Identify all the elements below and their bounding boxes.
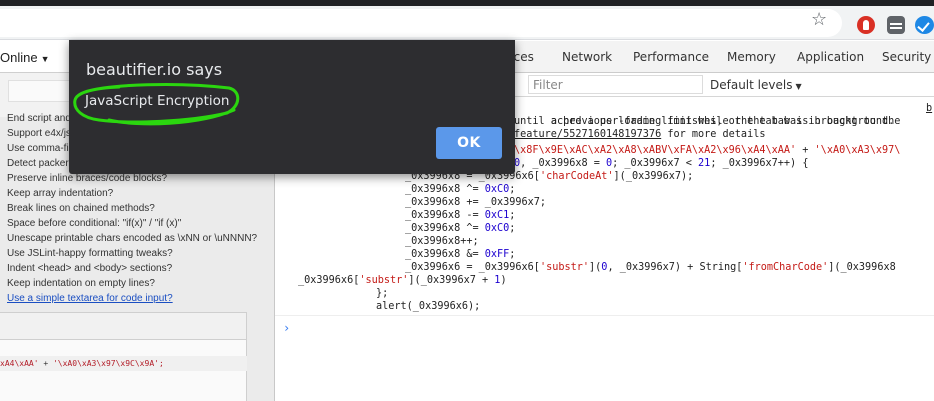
- code-text: , _0x3996x8 =: [520, 158, 607, 169]
- tab-network[interactable]: Network: [562, 50, 612, 64]
- code-line: _0x3996x8 += _0x3996x7;: [405, 197, 547, 208]
- tab-performance[interactable]: Performance: [633, 50, 709, 64]
- dialog-title: beautifier.io says: [86, 60, 223, 79]
- code-output[interactable]: [0, 340, 247, 401]
- code-number: 0xC0: [484, 184, 510, 195]
- code-line: _0x3996x8 &= 0xFF;: [405, 248, 515, 261]
- caret-down-icon: ▼: [40, 54, 50, 64]
- code-text: , _0x3996x7) + String[: [607, 262, 743, 273]
- code-operator: +: [38, 359, 53, 368]
- log-levels-dropdown[interactable]: Default levels ▼: [710, 78, 802, 92]
- code-string: '\xA0\xA3\x97\: [814, 145, 901, 156]
- code-text: ;: [509, 223, 516, 234]
- code-number: 0xC0: [484, 223, 510, 234]
- alert-dialog: beautifier.io says JavaScript Encryption…: [69, 40, 515, 174]
- code-string: 'charCodeAt': [539, 171, 614, 182]
- code-string: 'fromCharCode': [742, 262, 829, 273]
- code-text: ): [500, 275, 507, 286]
- tab-application[interactable]: Application: [797, 50, 864, 64]
- code-operator: +: [796, 145, 815, 156]
- beautify-button-area[interactable]: [0, 312, 247, 340]
- simple-textarea-link[interactable]: Use a simple textarea for code input?: [0, 291, 275, 306]
- console-warning-line: ached a per-frame limit while the tab wa…: [514, 102, 934, 127]
- console-filter-input[interactable]: [528, 75, 703, 94]
- code-text: ; _0x3996x7++) {: [710, 158, 809, 169]
- tab-manager-icon[interactable]: [887, 16, 905, 34]
- code-line: _0x3996x8 ^= 0xC0;: [405, 222, 515, 235]
- tab-security[interactable]: Security: [882, 50, 931, 64]
- code-text: ;: [509, 184, 516, 195]
- code-string: 'substr': [359, 275, 409, 286]
- code-text: _0x3996x8 -=: [405, 210, 485, 221]
- code-number: 0xFF: [484, 249, 510, 260]
- browser-toolbar: ☆: [0, 6, 934, 40]
- option-break-chained[interactable]: Break lines on chained methods?: [0, 201, 275, 216]
- code-string: 'substr': [539, 262, 590, 273]
- code-text: _0x3996x8 ^=: [405, 184, 485, 195]
- code-text: _0x3996x6 = _0x3996x6[: [405, 262, 540, 273]
- dialog-message: JavaScript Encryption: [85, 93, 230, 109]
- log-levels-label: Default levels: [710, 78, 793, 92]
- code-text: ](: [589, 262, 602, 273]
- mode-select[interactable]: Online ▼: [0, 50, 50, 65]
- code-line: };: [376, 288, 389, 299]
- code-line: _0x3996x8++;: [405, 236, 479, 247]
- caret-down-icon: ▼: [795, 82, 802, 91]
- code-line: _0x3996x8 ^= 0xC0;: [405, 183, 515, 196]
- warning-text: for more details: [661, 129, 766, 140]
- mode-select-label: Online: [0, 50, 38, 65]
- option-keep-array-indent[interactable]: Keep array indentation?: [0, 186, 275, 201]
- code-number: 21: [698, 158, 711, 169]
- code-text: ](_0x3996x8: [828, 262, 896, 273]
- code-line: \x8F\x9E\xAC\xA2\xA8\xABV\xFA\xA2\x96\xA…: [514, 144, 900, 157]
- code-string: '\xA0\xA3\x97\x9C\x9A';: [52, 359, 164, 368]
- tab-memory[interactable]: Memory: [727, 50, 776, 64]
- ok-button[interactable]: OK: [436, 127, 502, 159]
- adblock-hand-icon[interactable]: [857, 16, 875, 34]
- code-text: _0x3996x8 ^=: [405, 223, 485, 234]
- code-text: ; _0x3996x7 <: [612, 158, 699, 169]
- option-jslint-happy[interactable]: Use JSLint-happy formatting tweaks?: [0, 246, 275, 261]
- console-warning-line: until a previous loading finishes, or th…: [514, 116, 901, 127]
- code-number: 0xC1: [484, 210, 510, 221]
- code-text: _0x3996x6[: [298, 275, 360, 286]
- code-text: ;: [509, 249, 516, 260]
- code-text: ;: [509, 210, 516, 221]
- option-indent-head-body[interactable]: Indent <head> and <body> sections?: [0, 261, 275, 276]
- feature-link[interactable]: feature/5527160148197376: [514, 129, 661, 140]
- option-unescape-chars[interactable]: Unescape printable chars encoded as \xNN…: [0, 231, 275, 246]
- code-string: xA4\xAA': [0, 359, 39, 368]
- code-line: _0x3996x6 = _0x3996x6['substr'](0, _0x39…: [405, 261, 896, 274]
- console-warning-line: feature/5527160148197376 for more detail…: [514, 128, 765, 141]
- option-keep-empty-indent[interactable]: Keep indentation on empty lines?: [0, 276, 275, 291]
- check-circle-icon[interactable]: [915, 16, 934, 34]
- console-divider: [275, 315, 934, 316]
- code-text: ](_0x3996x7 +: [408, 275, 495, 286]
- code-line: _0x3996x8 -= 0xC1;: [405, 209, 515, 222]
- code-text: _0x3996x8 &=: [405, 249, 485, 260]
- code-output-line: xA4\xAA' + '\xA0\xA3\x97\x9C\x9A';: [0, 359, 164, 368]
- console-prompt-icon[interactable]: ›: [283, 321, 290, 335]
- star-icon[interactable]: ☆: [811, 11, 827, 29]
- address-bar[interactable]: [0, 9, 842, 37]
- warning-source-link[interactable]: b: [926, 102, 932, 115]
- option-space-before-conditional[interactable]: Space before conditional: "if(x)" / "if …: [0, 216, 275, 231]
- code-line: alert(_0x3996x6);: [376, 301, 481, 312]
- code-string: \x8F\x9E\xAC\xA2\xA8\xABV\xFA\xA2\x96\xA…: [514, 145, 797, 156]
- code-line: _0x3996x6['substr'](_0x3996x7 + 1): [298, 274, 507, 287]
- code-line: 0, _0x3996x8 = 0; _0x3996x7 < 21; _0x399…: [514, 157, 808, 170]
- code-text: ](_0x3996x7);: [613, 171, 694, 182]
